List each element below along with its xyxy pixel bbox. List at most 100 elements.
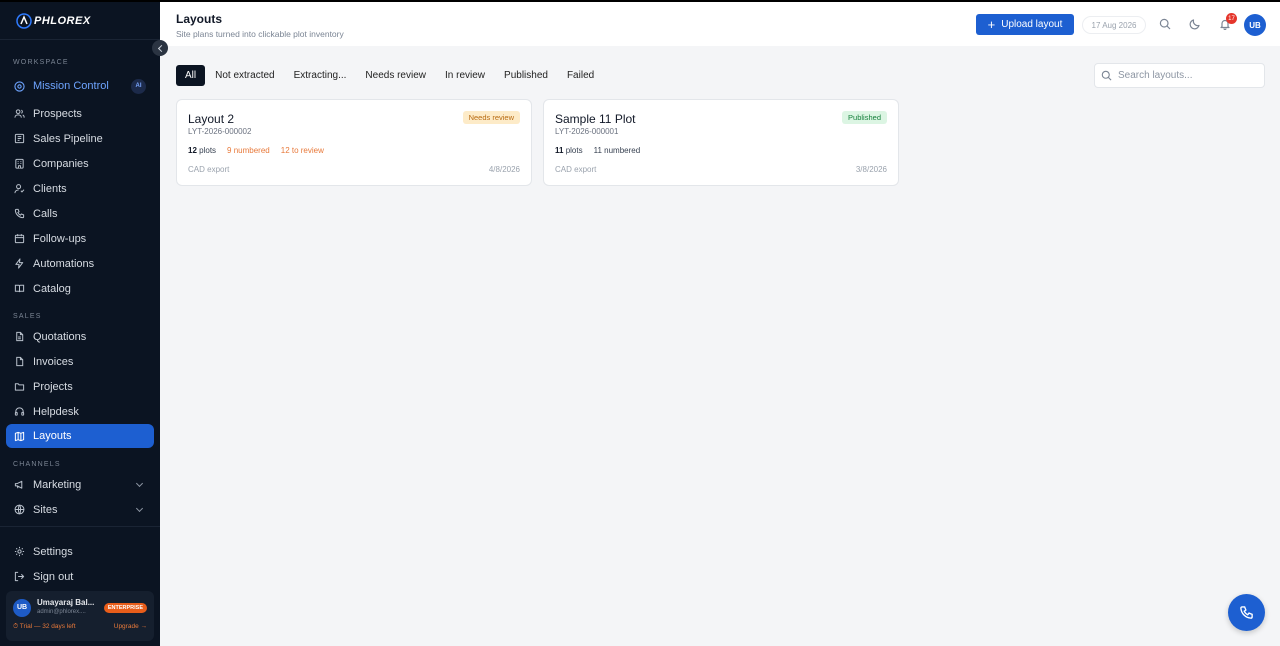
to-review-stat: 12 to review	[280, 146, 324, 155]
sidebar-item-label: Helpdesk	[33, 405, 79, 418]
plus-icon: +	[987, 16, 996, 32]
plan-badge: ENTERPRISE	[103, 602, 147, 613]
map-icon	[14, 431, 25, 442]
tab-failed[interactable]: Failed	[558, 65, 603, 86]
layout-code: LYT-2026-000001	[555, 127, 619, 136]
brand-logo[interactable]: PHLOREX	[0, 2, 168, 56]
megaphone-icon	[14, 479, 25, 490]
sidebar-item-helpdesk[interactable]: Helpdesk	[6, 399, 154, 424]
zap-icon	[14, 258, 25, 269]
upgrade-link[interactable]: Upgrade →	[114, 623, 147, 631]
brand-name: PHLOREX	[34, 14, 91, 27]
tab-extracting[interactable]: Extracting...	[285, 65, 356, 86]
sidebar-item-sign-out[interactable]: Sign out	[6, 564, 154, 589]
sidebar-item-settings[interactable]: Settings	[6, 539, 154, 564]
sidebar-item-label: Calls	[33, 207, 58, 220]
layout-card[interactable]: Sample 11 Plot LYT-2026-000001 Published…	[543, 99, 899, 186]
user-name: Umayaraj Bal...	[37, 598, 95, 607]
book-icon	[14, 283, 25, 294]
phone-icon	[14, 208, 25, 219]
layout-title: Layout 2	[188, 112, 235, 126]
calendar-icon	[14, 233, 25, 244]
sidebar-item-layouts[interactable]: Layouts	[6, 424, 154, 448]
sidebar-item-label: Sign out	[33, 570, 74, 583]
receipt-icon	[14, 356, 25, 367]
search-layouts	[1094, 63, 1265, 88]
collapse-sidebar-button[interactable]	[152, 40, 168, 56]
sidebar-item-clients[interactable]: Clients	[6, 176, 154, 201]
trial-status: ⏱ Trial — 32 days left	[13, 623, 76, 630]
layout-card[interactable]: Layout 2 LYT-2026-000002 Needs review 12…	[176, 99, 532, 186]
file-icon	[14, 331, 25, 342]
sidebar-item-mission-control[interactable]: Mission Control AI	[6, 73, 154, 99]
user-card[interactable]: UB Umayaraj Bal... admin@phlorex.... ENT…	[6, 591, 154, 641]
section-channels: CHANNELS	[13, 460, 61, 468]
tab-not-extracted[interactable]: Not extracted	[206, 65, 283, 86]
numbered-stat: 11 numbered	[593, 146, 641, 155]
logo-icon	[16, 12, 32, 29]
sidebar-item-label: Clients	[33, 182, 67, 195]
sidebar-item-invoices[interactable]: Invoices	[6, 349, 154, 374]
sidebar-item-automations[interactable]: Automations	[6, 251, 154, 276]
avatar: UB	[13, 598, 31, 617]
tab-needs-review[interactable]: Needs review	[356, 65, 435, 86]
sidebar-item-label: Sites	[33, 503, 58, 516]
layout-stats: 11 plots 11 numbered	[555, 146, 640, 155]
sidebar-item-marketing[interactable]: Marketing	[6, 472, 154, 497]
plots-count: 11	[555, 146, 564, 155]
sidebar-item-companies[interactable]: Companies	[6, 151, 154, 176]
headset-icon	[14, 406, 25, 417]
layout-code: LYT-2026-000002	[188, 127, 252, 136]
sidebar-item-label: Layouts	[33, 430, 72, 442]
gear-icon	[14, 546, 25, 557]
building-icon	[14, 158, 25, 169]
plots-label: plots	[565, 146, 583, 155]
plots-label: plots	[199, 146, 217, 155]
status-badge: Needs review	[462, 111, 520, 124]
sidebar-item-label: Companies	[33, 157, 89, 170]
call-fab-button[interactable]	[1228, 594, 1265, 631]
user-email: admin@phlorex....	[37, 609, 86, 615]
layout-source: CAD export	[555, 165, 597, 174]
numbered-stat: 9 numbered	[227, 146, 270, 155]
avatar[interactable]: UB	[1244, 14, 1266, 36]
moon-icon[interactable]	[1189, 18, 1201, 30]
status-tabs: All Not extracted Extracting... Needs re…	[176, 65, 604, 86]
folder-icon	[14, 381, 25, 392]
pipeline-icon	[14, 133, 25, 144]
sidebar-item-projects[interactable]: Projects	[6, 374, 154, 399]
section-workspace: WORKSPACE	[13, 58, 69, 66]
sidebar-item-label: Marketing	[33, 478, 82, 491]
tab-all[interactable]: All	[176, 65, 206, 86]
sidebar-item-label: Prospects	[33, 107, 82, 120]
sidebar-divider	[0, 526, 160, 527]
sidebar-item-quotations[interactable]: Quotations	[6, 324, 154, 349]
tab-in-review[interactable]: In review	[436, 65, 494, 86]
sidebar-item-prospects[interactable]: Prospects	[6, 101, 154, 126]
section-sales: SALES	[13, 312, 42, 320]
status-badge: Published	[842, 111, 887, 124]
search-icon[interactable]	[1159, 18, 1171, 30]
chevron-down-icon	[135, 479, 144, 487]
sidebar-item-catalog[interactable]: Catalog	[6, 276, 154, 301]
layout-date: 4/8/2026	[488, 165, 520, 174]
search-icon	[1101, 70, 1112, 81]
search-input[interactable]	[1118, 70, 1258, 81]
sidebar-item-label: Mission Control	[33, 80, 109, 92]
sidebar: PHLOREX WORKSPACE Mission Control AI Pro…	[0, 0, 168, 646]
sidebar-item-label: Follow-ups	[33, 232, 87, 245]
tab-published[interactable]: Published	[495, 65, 557, 86]
upload-layout-label: Upload layout	[1001, 19, 1063, 30]
sidebar-item-label: Projects	[33, 380, 73, 393]
sidebar-item-label: Sales Pipeline	[33, 132, 103, 145]
sidebar-item-sites[interactable]: Sites	[6, 497, 154, 522]
sidebar-item-follow-ups[interactable]: Follow-ups	[6, 226, 154, 251]
sidebar-item-calls[interactable]: Calls	[6, 201, 154, 226]
layout-title: Sample 11 Plot	[555, 112, 636, 126]
sidebar-item-sales-pipeline[interactable]: Sales Pipeline	[6, 126, 154, 151]
plots-stat: 11 plots	[555, 146, 583, 155]
sidebar-item-label: Invoices	[33, 355, 74, 368]
notification-count-badge: 17	[1226, 13, 1237, 24]
upload-layout-button[interactable]: + Upload layout	[976, 14, 1074, 35]
users-icon	[14, 108, 25, 119]
